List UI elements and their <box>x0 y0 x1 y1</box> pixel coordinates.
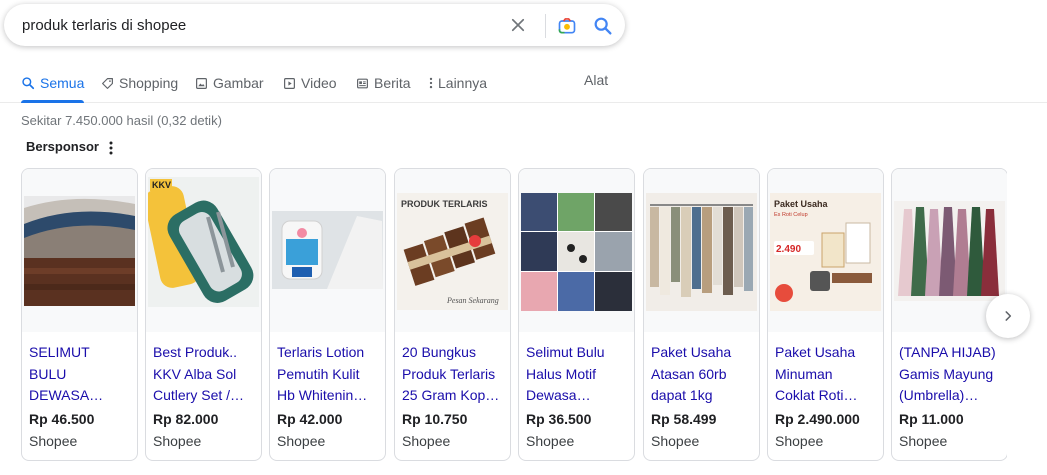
product-image-label: PRODUK TERLARIS <box>401 199 488 209</box>
product-image-area: PRODUK TERLARIS Pesan Sekarang <box>395 169 510 332</box>
product-card[interactable]: Paket Usaha Atasan 60rb dapat 1kg Rp 58.… <box>643 168 760 461</box>
product-image-cutlery-set: KKV <box>148 177 259 307</box>
product-image-area: KKV <box>146 169 261 332</box>
tab-shopping[interactable]: Shopping <box>101 72 178 94</box>
tag-icon <box>102 77 113 89</box>
product-image-area <box>644 169 759 332</box>
product-seller: Shopee <box>153 433 202 449</box>
tab-video[interactable]: Video <box>283 72 337 94</box>
product-image-area <box>22 169 137 332</box>
product-title[interactable]: Terlaris Lotion Pemutih Kulit Hb Whiteni… <box>277 342 377 406</box>
product-card[interactable]: PRODUK TERLARIS Pesan Sekarang 20 Bungku… <box>394 168 511 461</box>
search-tabs: Semua Shopping Gambar Video Berita Lainn… <box>0 64 1047 103</box>
product-image-area <box>270 169 385 332</box>
news-icon <box>357 78 368 88</box>
product-price: Rp 82.000 <box>153 411 219 427</box>
carousel-next-button[interactable] <box>986 294 1030 338</box>
product-price: Rp 58.499 <box>651 411 717 427</box>
tab-label: Lainnya <box>438 75 488 91</box>
search-icon <box>22 77 35 90</box>
product-card[interactable]: Terlaris Lotion Pemutih Kulit Hb Whiteni… <box>269 168 386 461</box>
product-title[interactable]: Paket Usaha Atasan 60rb dapat 1kg <box>651 342 751 406</box>
product-seller: Shopee <box>29 433 78 449</box>
product-image-sublabel: Es Roti Celup <box>774 212 808 218</box>
more-vert-icon[interactable] <box>106 140 116 156</box>
product-title[interactable]: Best Produk.. KKV Alba Sol Cutlery Set /… <box>153 342 253 406</box>
tab-label: Shopping <box>119 75 179 91</box>
tab-label: Semua <box>40 75 85 91</box>
product-seller: Shopee <box>526 433 575 449</box>
product-seller: Shopee <box>402 433 451 449</box>
product-seller: Shopee <box>775 433 824 449</box>
play-icon <box>284 77 295 89</box>
product-price: Rp 10.750 <box>402 411 468 427</box>
search-input[interactable]: produk terlaris di shopee <box>22 17 186 34</box>
product-image-label: Paket Usaha <box>774 199 829 209</box>
tab-lainnya[interactable]: Lainnya <box>428 72 487 94</box>
tab-label: Video <box>301 75 337 91</box>
product-price: Rp 2.490.000 <box>775 411 860 427</box>
product-price: Rp 46.500 <box>29 411 95 427</box>
product-title[interactable]: 20 Bungkus Produk Terlaris 25 Gram Kop… <box>402 342 502 406</box>
product-price: Rp 36.500 <box>526 411 592 427</box>
product-image-sublabel: Pesan Sekarang <box>446 296 499 305</box>
product-image-gamis-dresses <box>894 201 1005 301</box>
divider <box>545 14 546 38</box>
product-card[interactable]: Paket Usaha Es Roti Celup 2.490 Paket Us… <box>767 168 884 461</box>
sponsored-products-carousel: SELIMUT BULU DEWASA… Rp 46.500 Shopee KK… <box>21 168 1007 465</box>
product-price: Rp 11.000 <box>899 411 964 427</box>
product-seller: Shopee <box>277 433 326 449</box>
product-price: Rp 42.000 <box>277 411 343 427</box>
tab-berita[interactable]: Berita <box>356 72 411 94</box>
product-card[interactable]: SELIMUT BULU DEWASA… Rp 46.500 Shopee <box>21 168 138 461</box>
product-image-area <box>519 169 634 332</box>
product-card[interactable]: Selimut Bulu Halus Motif Dewasa… Rp 36.5… <box>518 168 635 461</box>
more-vert-icon <box>429 77 433 89</box>
camera-lens-icon[interactable] <box>557 16 577 36</box>
result-stats: Sekitar 7.450.000 hasil (0,32 detik) <box>21 113 222 128</box>
product-title[interactable]: Paket Usaha Minuman Coklat Roti… <box>775 342 875 406</box>
tab-label: Berita <box>374 75 411 91</box>
image-icon <box>196 77 207 89</box>
product-image-label: KKV <box>152 180 171 190</box>
product-image-blanket <box>24 196 135 306</box>
sponsored-label: Bersponsor <box>26 139 99 154</box>
product-image-price: 2.490 <box>776 244 801 255</box>
product-title[interactable]: (TANPA HIJAB) Gamis Mayung (Umbrella)… <box>899 342 999 406</box>
product-title[interactable]: SELIMUT BULU DEWASA… <box>29 342 129 406</box>
tab-gambar[interactable]: Gambar <box>195 72 264 94</box>
search-box[interactable]: produk terlaris di shopee <box>4 4 625 46</box>
product-seller: Shopee <box>651 433 700 449</box>
product-image-area: Paket Usaha Es Roti Celup 2.490 <box>768 169 883 332</box>
close-icon[interactable] <box>509 16 527 34</box>
product-image-coffee: PRODUK TERLARIS Pesan Sekarang <box>397 193 508 310</box>
product-seller: Shopee <box>899 433 948 449</box>
product-image-business-package: Paket Usaha Es Roti Celup 2.490 <box>770 193 881 311</box>
product-image-clothes-rack <box>646 193 757 311</box>
tab-semua[interactable]: Semua <box>21 72 85 103</box>
product-image-blankets-collage <box>521 193 632 311</box>
search-icon[interactable] <box>592 15 614 37</box>
product-title[interactable]: Selimut Bulu Halus Motif Dewasa… <box>526 342 626 406</box>
chevron-right-icon <box>1005 311 1012 321</box>
tools-button[interactable]: Alat <box>584 72 608 88</box>
product-image-lotion <box>272 211 383 289</box>
tab-label: Gambar <box>213 75 264 91</box>
product-card[interactable]: KKV Best Produk.. KKV Alba Sol Cutlery S… <box>145 168 262 461</box>
